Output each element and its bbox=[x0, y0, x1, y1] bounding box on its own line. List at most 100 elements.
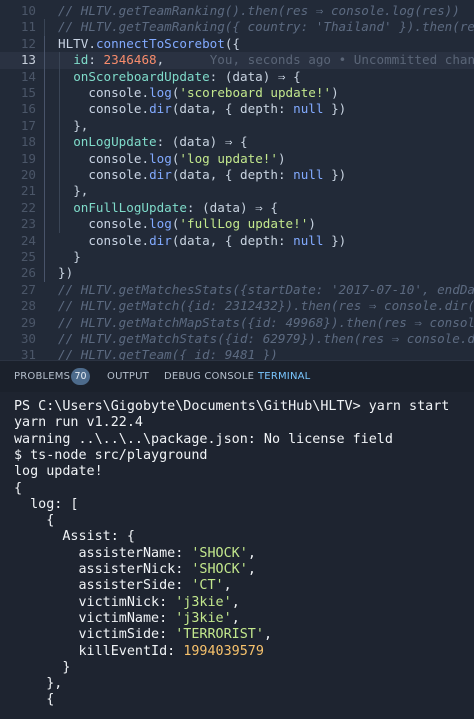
code-line[interactable]: 25} bbox=[0, 249, 474, 265]
code-text: onLogUpdate: (data) ⇒ { bbox=[73, 134, 247, 150]
code-text: console.dir(data, { depth: null }) bbox=[88, 167, 346, 183]
code-punct: (data, { depth: bbox=[171, 232, 294, 248]
code-text: } bbox=[73, 249, 81, 265]
code-keyword: null bbox=[293, 167, 324, 182]
code-line[interactable]: 27 // HLTV.getMatchesStats({startDate: '2… bbox=[0, 282, 474, 298]
terminal-string: 'TERRORIST' bbox=[175, 627, 264, 643]
code-line[interactable]: 21}, bbox=[0, 183, 474, 199]
code-identifier: console bbox=[88, 216, 142, 232]
line-number: 30 bbox=[20, 331, 36, 346]
code-punct: } bbox=[73, 249, 81, 264]
line-number: 21 bbox=[20, 183, 36, 199]
code-line[interactable]: 12 HLTV.connectToScorebot({ bbox=[0, 36, 474, 52]
code-line[interactable]: 29 // HLTV.getMatchMapStats({id: 49968}).… bbox=[0, 315, 474, 331]
terminal-line: yarn run v1.22.4 bbox=[14, 415, 143, 431]
code-punct: . bbox=[141, 85, 150, 100]
code-punct: . bbox=[88, 35, 96, 51]
code-function: connectToScorebot bbox=[95, 35, 225, 51]
code-text: onScoreboardUpdate: (data) ⇒ { bbox=[73, 69, 300, 85]
code-text: HLTV.connectToScorebot({ bbox=[58, 36, 240, 52]
tab-output[interactable]: OUTPUT bbox=[107, 371, 149, 382]
code-line[interactable]: 26}) bbox=[0, 265, 474, 281]
code-line[interactable]: 16 console.dir(data, { depth: null }) bbox=[0, 101, 474, 117]
code-string: 'log update!' bbox=[179, 150, 278, 166]
code-editor[interactable]: 10 // HLTV.getTeamRanking().then(res ⇒ co… bbox=[0, 0, 474, 360]
code-text: onFullLogUpdate: (data) ⇒ { bbox=[73, 200, 278, 216]
code-text: console.log('scoreboard update!') bbox=[88, 85, 338, 101]
code-text: // HLTV.getTeamRanking().then(res ⇒ cons… bbox=[58, 3, 460, 19]
code-text: // HLTV.getMatch({id: 2312432}).then(res… bbox=[58, 298, 474, 314]
code-line[interactable]: 17}, bbox=[0, 118, 474, 134]
code-text: // HLTV.getMatchStats({id: 62979}).then(… bbox=[58, 331, 474, 347]
code-line[interactable]: 30 // HLTV.getMatchStats({id: 62979}).the… bbox=[0, 331, 474, 347]
terminal-line: killEventId: 1994039579 bbox=[14, 643, 264, 659]
code-text: console.log('log update!') bbox=[88, 151, 285, 167]
code-property: onScoreboardUpdate bbox=[73, 68, 210, 84]
code-function: log bbox=[149, 85, 172, 100]
code-punct: (data, { depth: bbox=[171, 167, 294, 182]
code-line[interactable]: 28 // HLTV.getMatch({id: 2312432}).then(r… bbox=[0, 298, 474, 314]
code-punct: . bbox=[141, 232, 150, 248]
code-identifier: console bbox=[88, 232, 142, 248]
line-number: 27 bbox=[20, 281, 36, 297]
code-punct: . bbox=[141, 216, 150, 232]
panel-tab-bar: PROBLEMS 70 OUTPUT DEBUG CONSOLE TERMINA… bbox=[0, 360, 474, 393]
line-number: 13 bbox=[20, 52, 36, 68]
tab-debug-console[interactable]: DEBUG CONSOLE bbox=[164, 371, 254, 382]
code-keyword: null bbox=[293, 232, 324, 248]
line-number: 23 bbox=[20, 216, 36, 232]
terminal-line: victimSide: 'TERRORIST', bbox=[14, 627, 272, 643]
code-punct: . bbox=[141, 150, 150, 166]
code-punct: }) bbox=[58, 265, 74, 281]
code-line[interactable]: 23 console.log('fullLog update!') bbox=[0, 216, 474, 232]
code-text: // HLTV.getMatchMapStats({id: 49968}).th… bbox=[58, 315, 474, 331]
code-keyword: null bbox=[293, 101, 324, 117]
code-line[interactable]: 22 onFullLogUpdate: (data) ⇒ { bbox=[0, 200, 474, 216]
code-property: id bbox=[73, 52, 89, 68]
terminal-line: assisterSide: 'CT', bbox=[14, 578, 232, 594]
terminal-output[interactable]: PS C:\Users\Gigobyte\Documents\GitHub\HL… bbox=[0, 392, 474, 719]
line-number: 11 bbox=[20, 19, 36, 35]
code-line[interactable]: 20 console.dir(data, { depth: null }) bbox=[0, 167, 474, 183]
code-identifier: console bbox=[88, 150, 142, 166]
terminal-line: { bbox=[14, 692, 55, 708]
code-text: id: 2346468, You, seconds ago • Uncommit… bbox=[73, 52, 474, 68]
code-line[interactable]: 19 console.log('log update!') bbox=[0, 151, 474, 167]
terminal-line: assisterName: 'SHOCK', bbox=[14, 545, 256, 561]
line-number: 15 bbox=[20, 85, 36, 100]
terminal-line: log: [ bbox=[14, 496, 79, 512]
code-line[interactable]: 14 onScoreboardUpdate: (data) ⇒ { bbox=[0, 69, 474, 85]
code-function: log bbox=[149, 150, 172, 166]
code-property: onLogUpdate bbox=[73, 134, 157, 150]
line-number: 26 bbox=[20, 265, 36, 281]
code-text: console.dir(data, { depth: null }) bbox=[88, 101, 346, 117]
code-punct: : (data) ⇒ { bbox=[209, 68, 301, 84]
code-punct: }, bbox=[73, 117, 89, 133]
terminal-string: 'SHOCK' bbox=[191, 562, 248, 577]
code-comment: // HLTV.getMatchStats({id: 62979}).then(… bbox=[58, 331, 474, 346]
code-punct: : (data) ⇒ { bbox=[156, 134, 248, 150]
code-line[interactable]: 13 id: 2346468, You, seconds ago • Uncomm… bbox=[0, 52, 474, 69]
terminal-line: victimNick: 'j3kie', bbox=[14, 594, 240, 610]
code-text: // HLTV.getMatchesStats({startDate: '201… bbox=[58, 282, 474, 298]
tab-terminal[interactable]: TERMINAL bbox=[258, 371, 310, 382]
line-number: 12 bbox=[20, 35, 36, 51]
tab-problems[interactable]: PROBLEMS bbox=[14, 371, 70, 382]
code-line[interactable]: 10 // HLTV.getTeamRanking().then(res ⇒ co… bbox=[0, 3, 474, 19]
code-string: 'fullLog update!' bbox=[179, 216, 309, 232]
code-comment: // HLTV.getTeamRanking().then(res ⇒ cons… bbox=[58, 3, 460, 18]
code-line[interactable]: 31 // HLTV.getTeam({ id: 9481 }) bbox=[0, 347, 474, 360]
code-punct: }, bbox=[73, 183, 89, 199]
indent-guide bbox=[59, 150, 60, 233]
terminal-number: 1994039579 bbox=[183, 643, 264, 659]
terminal-line: assisterNick: 'SHOCK', bbox=[14, 562, 256, 577]
code-line[interactable]: 24 console.dir(data, { depth: null }) bbox=[0, 233, 474, 249]
code-line[interactable]: 11 // HLTV.getTeamRanking({ country: 'Tha… bbox=[0, 19, 474, 35]
code-text: }, bbox=[73, 183, 88, 199]
terminal-line: log update! bbox=[14, 464, 103, 480]
code-line[interactable]: 15 console.log('scoreboard update!') bbox=[0, 85, 474, 101]
code-identifier: console bbox=[88, 85, 142, 100]
code-number: 2346468 bbox=[103, 52, 157, 68]
code-line[interactable]: 18 onLogUpdate: (data) ⇒ { bbox=[0, 134, 474, 150]
terminal-string: 'SHOCK' bbox=[191, 545, 248, 561]
